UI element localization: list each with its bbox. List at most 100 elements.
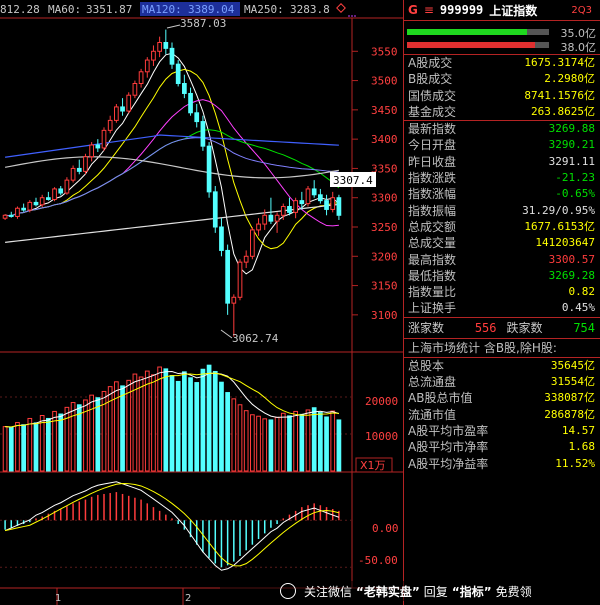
turnover-value: 1675.3174亿 [524, 56, 595, 69]
promo-text-3: 回复 [423, 584, 448, 599]
volume-bar [336, 419, 342, 472]
volume-bar [182, 371, 187, 472]
quote-value: 3290.21 [548, 138, 595, 152]
volume-bar [268, 419, 274, 472]
volume-bar [126, 379, 132, 472]
candle-body [318, 194, 323, 202]
candle-body [15, 207, 20, 217]
turnover-row: A股成交 1675.3174亿 [404, 55, 600, 71]
price-tick-label: 3400 [371, 133, 398, 146]
promo-text-1: 关注微信 [304, 584, 353, 599]
panel-header: G ≡ 999999 上证指数 2Q3 [404, 0, 600, 21]
volume-bar [33, 422, 39, 472]
promo-text-5: 免费领 [495, 584, 532, 599]
stats-row: 流通市值 286878亿 [404, 407, 600, 423]
volume-bar [299, 413, 305, 472]
period-badge[interactable]: 2Q3 [571, 5, 592, 16]
wechat-icon [280, 583, 296, 599]
candle-body [256, 223, 261, 231]
candle-body [58, 188, 64, 194]
stats-value: 31554亿 [550, 375, 595, 389]
sell-ratio-bar-rest [535, 42, 549, 48]
time-label-2: 2 [185, 593, 191, 604]
candle-body [157, 42, 162, 52]
svg-text:3307.4: 3307.4 [333, 174, 373, 187]
candle-body [33, 201, 39, 206]
quote-row: 指数涨跌 -21.23 [404, 170, 600, 186]
ma60-value: 3351.87 [86, 3, 132, 16]
candle-body [206, 145, 212, 193]
candle-body [280, 206, 286, 216]
candle-body [169, 47, 175, 65]
up-count-value: 556 [474, 320, 497, 335]
candle-body [188, 92, 193, 114]
candle-body [262, 214, 268, 225]
volume-bar [64, 406, 70, 472]
candle-body [225, 249, 230, 304]
volume-bar [39, 415, 45, 472]
candle-body [250, 229, 255, 257]
volume-bar [212, 370, 218, 472]
market-stats-section: 总股本 35645亿 总流通盘 31554亿 AB股总市值 338087亿 流通市值 2868… [404, 358, 600, 472]
turnover-row: 国债成交 8741.1576亿 [404, 88, 600, 104]
g-label[interactable]: G [408, 3, 418, 17]
turnover-label: B股成交 [408, 72, 453, 87]
candle-body [200, 121, 206, 147]
candle-body [151, 50, 156, 61]
volume-bar [231, 398, 237, 472]
volume-bar [21, 424, 26, 472]
quote-row: 最高指数 3300.57 [404, 252, 600, 268]
price-tick-label: 3150 [371, 280, 398, 293]
candle-body [324, 200, 329, 210]
advance-decline: 涨家数 556 跌家数 754 [404, 318, 600, 339]
macd-tick-zero: 0.00 [372, 522, 399, 535]
volume-bar [194, 382, 200, 472]
volume-bar [107, 386, 113, 472]
quote-row: 指数振幅 31.29/0.95% [404, 203, 600, 219]
candle-body [330, 197, 336, 210]
quote-value: 0.45% [561, 301, 595, 315]
quote-row: 昨日收盘 3291.11 [404, 154, 600, 170]
stats-value: 1.68 [568, 440, 596, 454]
kline-chart[interactable]: 812.28 MA60: 3351.87 MA120: 3389.04 MA25… [0, 0, 403, 605]
candle-body [126, 94, 132, 112]
turnover-row: B股成交 2.2980亿 [404, 71, 600, 87]
stats-label: A股平均市盈率 [408, 423, 489, 438]
stats-value: 338087亿 [544, 391, 595, 405]
quote-row: 指数量比 0.82 [404, 284, 600, 300]
candle-body [194, 112, 200, 123]
volume-bar [157, 366, 162, 472]
candle-body [268, 214, 274, 222]
volume-bar [15, 422, 20, 472]
quote-value: 3300.57 [548, 252, 595, 266]
volume-bar [256, 415, 261, 472]
price-tick-label: 3450 [371, 104, 398, 117]
volume-bar [287, 415, 292, 472]
turnover-value: 8741.1576亿 [524, 88, 595, 102]
quote-value: 0.82 [568, 285, 596, 299]
volume-bar [324, 416, 329, 472]
volume-bar [305, 409, 311, 472]
candle-body [274, 214, 280, 222]
promo-text-4: “指标” [451, 584, 492, 599]
candle-body [89, 144, 94, 158]
sell-ratio-bar [407, 42, 535, 48]
volume-bar [151, 374, 156, 472]
candle-body [175, 63, 181, 84]
candle-body [95, 144, 101, 149]
ma250-value: 3283.8 [290, 3, 330, 16]
quote-label: 指数涨幅 [408, 187, 457, 202]
stats-row: 总股本 35645亿 [404, 358, 600, 374]
quote-value: 3269.88 [548, 122, 595, 136]
ma-prev-value: 812.28 [0, 3, 40, 16]
ma250-label: MA250: [244, 3, 284, 16]
macd-tick-neg50: -50.00 [358, 554, 398, 567]
current-price-tag: 3307.4 [330, 172, 376, 187]
price-tick-label: 3500 [371, 75, 398, 88]
ma60-label: MA60: [48, 3, 81, 16]
menu-icon[interactable]: ≡ [424, 3, 434, 17]
candle-body [83, 156, 88, 172]
quote-label: 昨日收盘 [408, 154, 457, 169]
quote-label: 指数涨跌 [408, 171, 457, 186]
volume-bar [95, 397, 101, 472]
